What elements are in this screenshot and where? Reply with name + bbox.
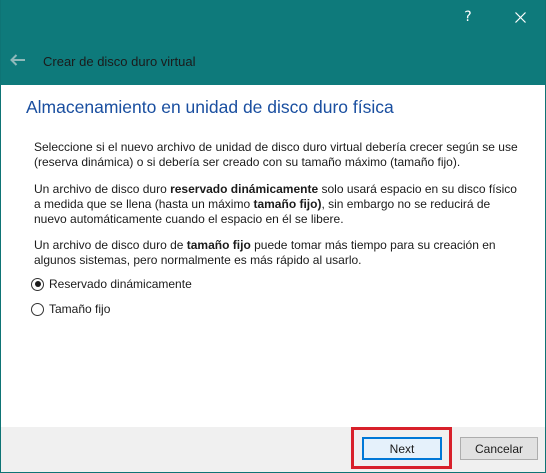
back-button[interactable] <box>5 47 31 73</box>
text-segment: Un archivo de disco duro <box>34 182 171 196</box>
page-heading: Almacenamiento en unidad de disco duro f… <box>26 97 394 117</box>
wizard-page: Almacenamiento en unidad de disco duro f… <box>1 85 545 427</box>
close-icon <box>514 11 526 23</box>
cancel-button[interactable]: Cancelar <box>460 437 538 460</box>
bold-text-segment: tamaño fijo <box>186 238 251 252</box>
radio-fixed-option[interactable]: Tamaño fijo <box>31 302 110 316</box>
radio-selected-dot <box>34 281 41 287</box>
wizard-header: Crear de disco duro virtual <box>1 34 545 85</box>
title-bar: ? <box>1 0 545 34</box>
text-segment: Un archivo de disco duro de <box>34 238 187 252</box>
bold-text-segment: tamaño fijo) <box>253 197 322 211</box>
radio-dynamic[interactable] <box>31 277 44 291</box>
dynamic-description-paragraph: Un archivo de disco duro reservado dinám… <box>34 182 524 227</box>
help-icon: ? <box>464 9 472 25</box>
back-arrow-icon <box>10 54 25 66</box>
radio-fixed[interactable] <box>31 302 44 316</box>
wizard-title: Crear de disco duro virtual <box>43 54 196 69</box>
button-bar: Next Cancelar <box>1 427 545 472</box>
description-paragraph: Seleccione si el nuevo archivo de unidad… <box>34 140 518 169</box>
wizard-dialog: ? Crear de disco duro virtual Almacenami… <box>0 0 546 473</box>
fixed-description-paragraph: Un archivo de disco duro de tamaño fijo … <box>34 238 524 268</box>
next-button[interactable]: Next <box>362 437 442 460</box>
bold-text-segment: reservado dinámicamente <box>170 182 319 196</box>
help-button[interactable]: ? <box>445 0 491 34</box>
radio-dynamic-label[interactable]: Reservado dinámicamente <box>49 277 192 291</box>
close-button[interactable] <box>497 0 543 34</box>
radio-dynamic-option[interactable]: Reservado dinámicamente <box>31 277 192 291</box>
radio-fixed-label[interactable]: Tamaño fijo <box>49 302 110 316</box>
